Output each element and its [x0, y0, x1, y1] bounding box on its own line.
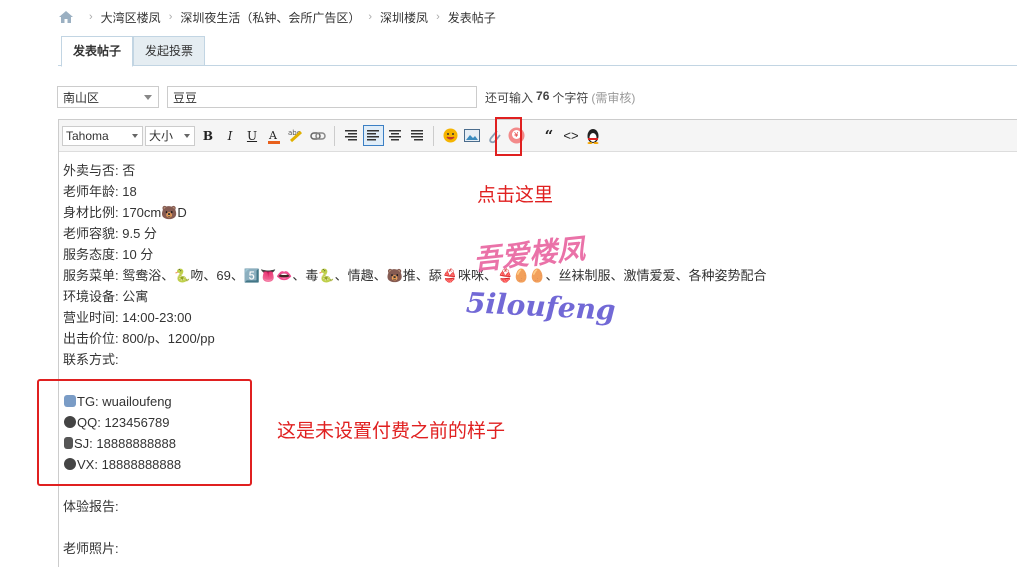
char-counter-count: 76 — [536, 88, 550, 103]
align-center-icon[interactable] — [385, 125, 406, 146]
bold-icon[interactable]: B — [198, 125, 219, 146]
underline-icon[interactable]: U — [242, 125, 263, 146]
font-color-icon[interactable]: A — [264, 125, 285, 146]
chevron-right-icon: › — [89, 11, 93, 23]
chevron-down-icon — [144, 95, 152, 100]
toolbar-divider — [433, 125, 434, 146]
chevron-right-icon: › — [436, 11, 440, 23]
image-icon[interactable] — [462, 125, 483, 146]
smiley-icon[interactable] — [440, 125, 461, 146]
spellcheck-icon[interactable]: abc — [286, 125, 307, 146]
char-counter: 还可输入 76 个字符 (需审核) — [485, 89, 635, 106]
tab-post-poll[interactable]: 发起投票 — [133, 36, 206, 66]
quote-icon[interactable]: “ — [539, 125, 560, 146]
review-note: (需审核) — [591, 90, 636, 105]
editor-toolbar: Tahoma 大小 B I U A abc ¥ “ <> — [59, 120, 1017, 152]
breadcrumb-link-nightlife[interactable]: 深圳夜生活（私钟、会所广告区） — [180, 9, 360, 26]
content-line: 外卖与否: 否 — [63, 163, 136, 178]
svg-text:A: A — [268, 129, 278, 142]
tab-post-thread[interactable]: 发表帖子 — [61, 36, 134, 67]
char-counter-prefix: 还可输入 — [485, 90, 534, 105]
post-type-tabs: 发表帖子 发起投票 — [58, 36, 1017, 67]
align-left-icon[interactable] — [362, 125, 384, 146]
district-select-value: 南山区 — [63, 90, 100, 105]
chevron-down-icon — [132, 133, 138, 138]
title-input[interactable] — [167, 86, 477, 108]
italic-icon[interactable]: I — [220, 125, 241, 146]
font-size-value: 大小 — [149, 129, 174, 143]
highlight-box-paid-icon — [495, 117, 522, 156]
home-icon[interactable] — [59, 11, 73, 23]
char-counter-suffix: 个字符 — [552, 90, 589, 105]
code-icon[interactable]: <> — [561, 125, 582, 146]
font-family-select[interactable]: Tahoma — [62, 125, 143, 146]
annotation-click-here: 点击这里 — [477, 184, 554, 206]
link-icon[interactable] — [308, 125, 329, 146]
breadcrumb-link-forum[interactable]: 深圳楼凤 — [380, 9, 428, 26]
font-size-select[interactable]: 大小 — [145, 125, 195, 146]
subject-row: 南山区 还可输入 76 个字符 (需审核) — [57, 86, 635, 108]
chevron-right-icon: › — [168, 11, 173, 23]
toolbar-divider — [334, 125, 335, 146]
qq-penguin-icon[interactable] — [583, 125, 604, 146]
chevron-right-icon: › — [368, 11, 373, 23]
breadcrumb-current: 发表帖子 — [447, 10, 496, 25]
photo-label: 老师照片: — [63, 541, 119, 556]
annotation-before-paid: 这是未设置付费之前的样子 — [277, 420, 506, 442]
district-select[interactable]: 南山区 — [57, 86, 159, 108]
justify-icon[interactable] — [407, 125, 428, 146]
align-right-icon[interactable] — [341, 125, 362, 146]
highlight-box-contacts — [37, 379, 252, 486]
content-line: 出击价位: 800/p、1200/pp — [63, 331, 215, 346]
editor-content[interactable]: 外卖与否: 否 老师年龄: 18 身材比例: 170cm🐻D 老师容貌: 9.5… — [59, 152, 1017, 559]
report-label: 体验报告: — [63, 499, 119, 514]
breadcrumb-link-region[interactable]: 大湾区楼凤 — [101, 9, 161, 26]
content-line: 联系方式: — [63, 352, 119, 367]
font-family-value: Tahoma — [66, 128, 109, 143]
breadcrumb: › 大湾区楼凤 › 深圳夜生活（私钟、会所广告区） › 深圳楼凤 › 发表帖子 — [59, 9, 496, 25]
chevron-down-icon — [184, 133, 190, 138]
